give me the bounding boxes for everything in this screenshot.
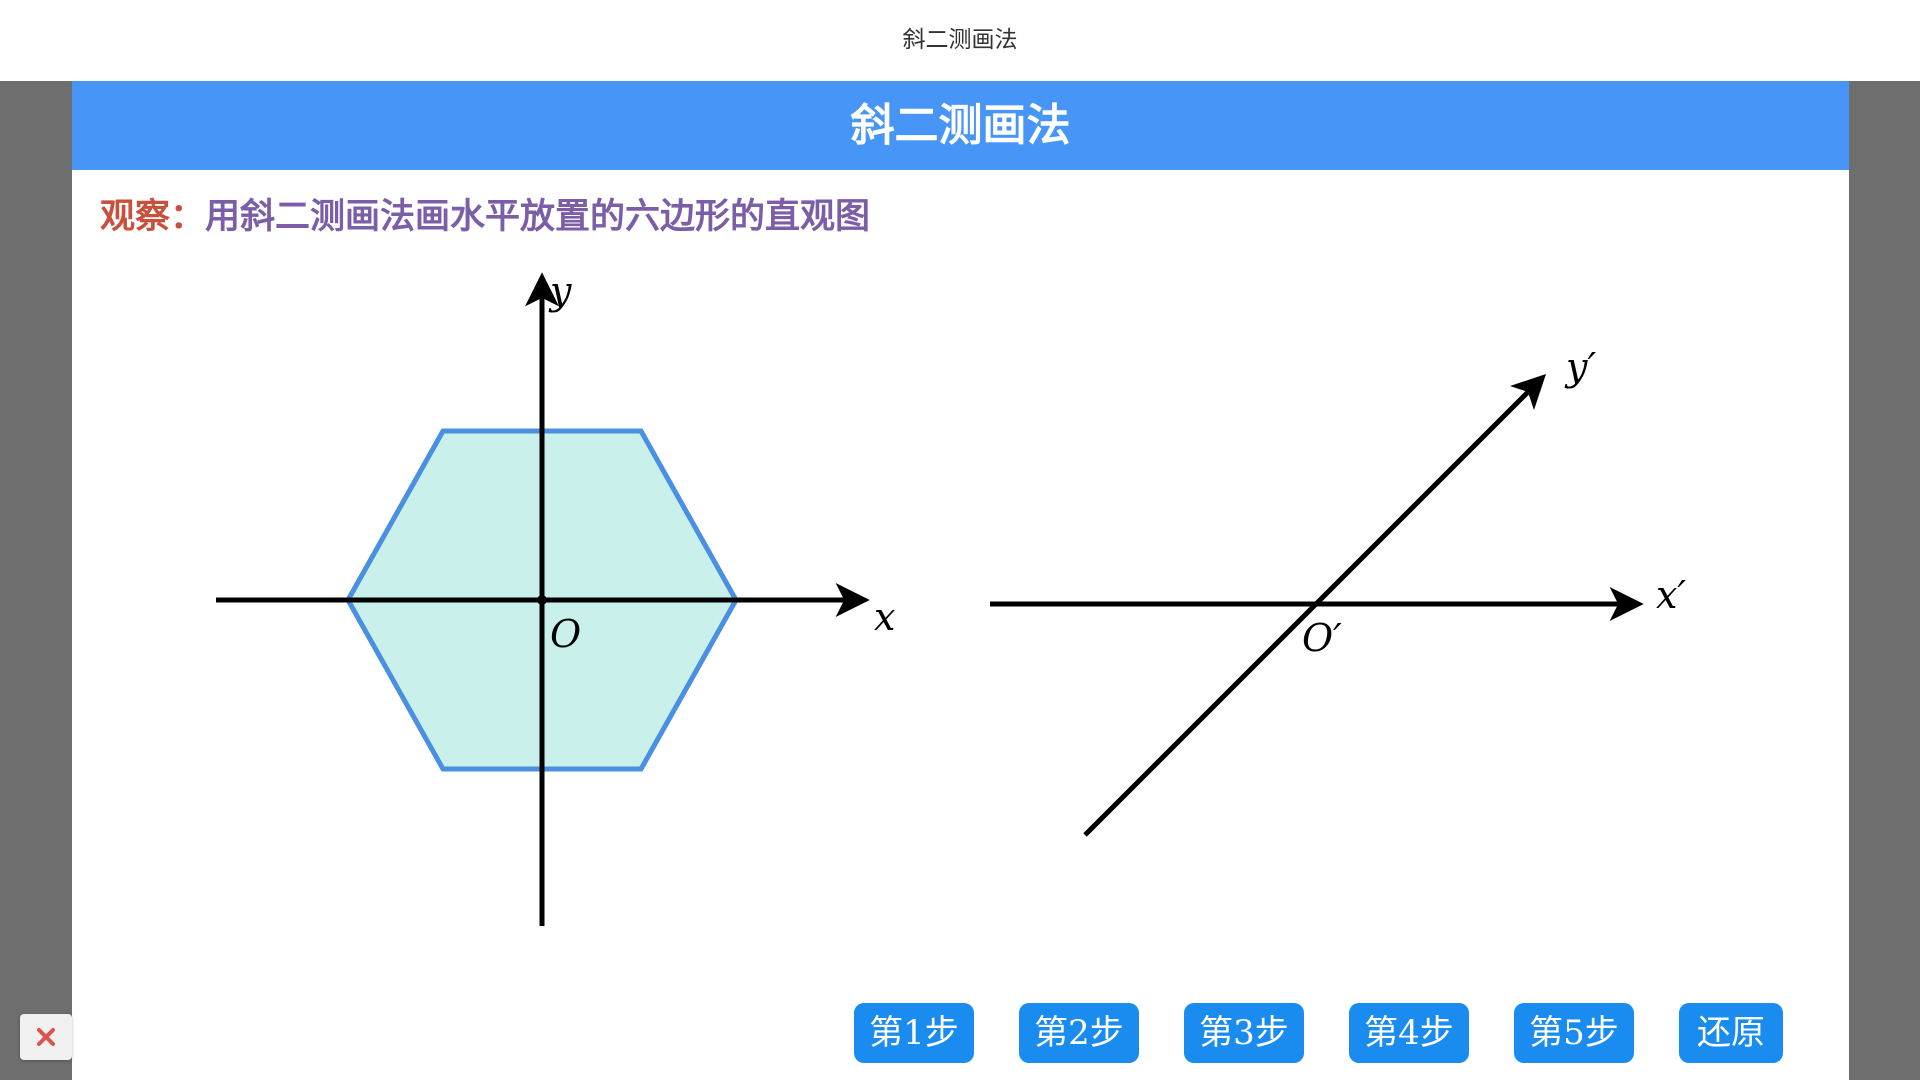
close-icon bbox=[37, 1028, 55, 1046]
left-margin bbox=[0, 81, 72, 1080]
right-margin bbox=[1849, 81, 1920, 1080]
origin-prime-label: O′ bbox=[1302, 616, 1342, 660]
window-title: 斜二测画法 bbox=[0, 0, 1920, 81]
step-1-button[interactable]: 第1步 bbox=[854, 1003, 974, 1063]
origin-point bbox=[537, 595, 547, 605]
step-4-button[interactable]: 第4步 bbox=[1349, 1003, 1469, 1063]
geometry-figure: x y O x′ y′ O′ bbox=[216, 269, 1686, 926]
x-axis-label: x bbox=[874, 595, 895, 639]
y-prime-axis-label: y′ bbox=[1564, 345, 1596, 389]
close-button[interactable] bbox=[20, 1014, 72, 1060]
y-axis-label: y bbox=[548, 269, 572, 313]
step-2-button[interactable]: 第2步 bbox=[1019, 1003, 1139, 1063]
lesson-stage: 斜二测画法 观察：用斜二测画法画水平放置的六边形的直观图 x y O x′ y′… bbox=[72, 81, 1849, 1080]
step-3-button[interactable]: 第3步 bbox=[1184, 1003, 1304, 1063]
reset-button[interactable]: 还原 bbox=[1679, 1003, 1783, 1063]
x-prime-axis-label: x′ bbox=[1656, 573, 1686, 617]
step-5-button[interactable]: 第5步 bbox=[1514, 1003, 1634, 1063]
origin-label: O bbox=[550, 612, 581, 656]
